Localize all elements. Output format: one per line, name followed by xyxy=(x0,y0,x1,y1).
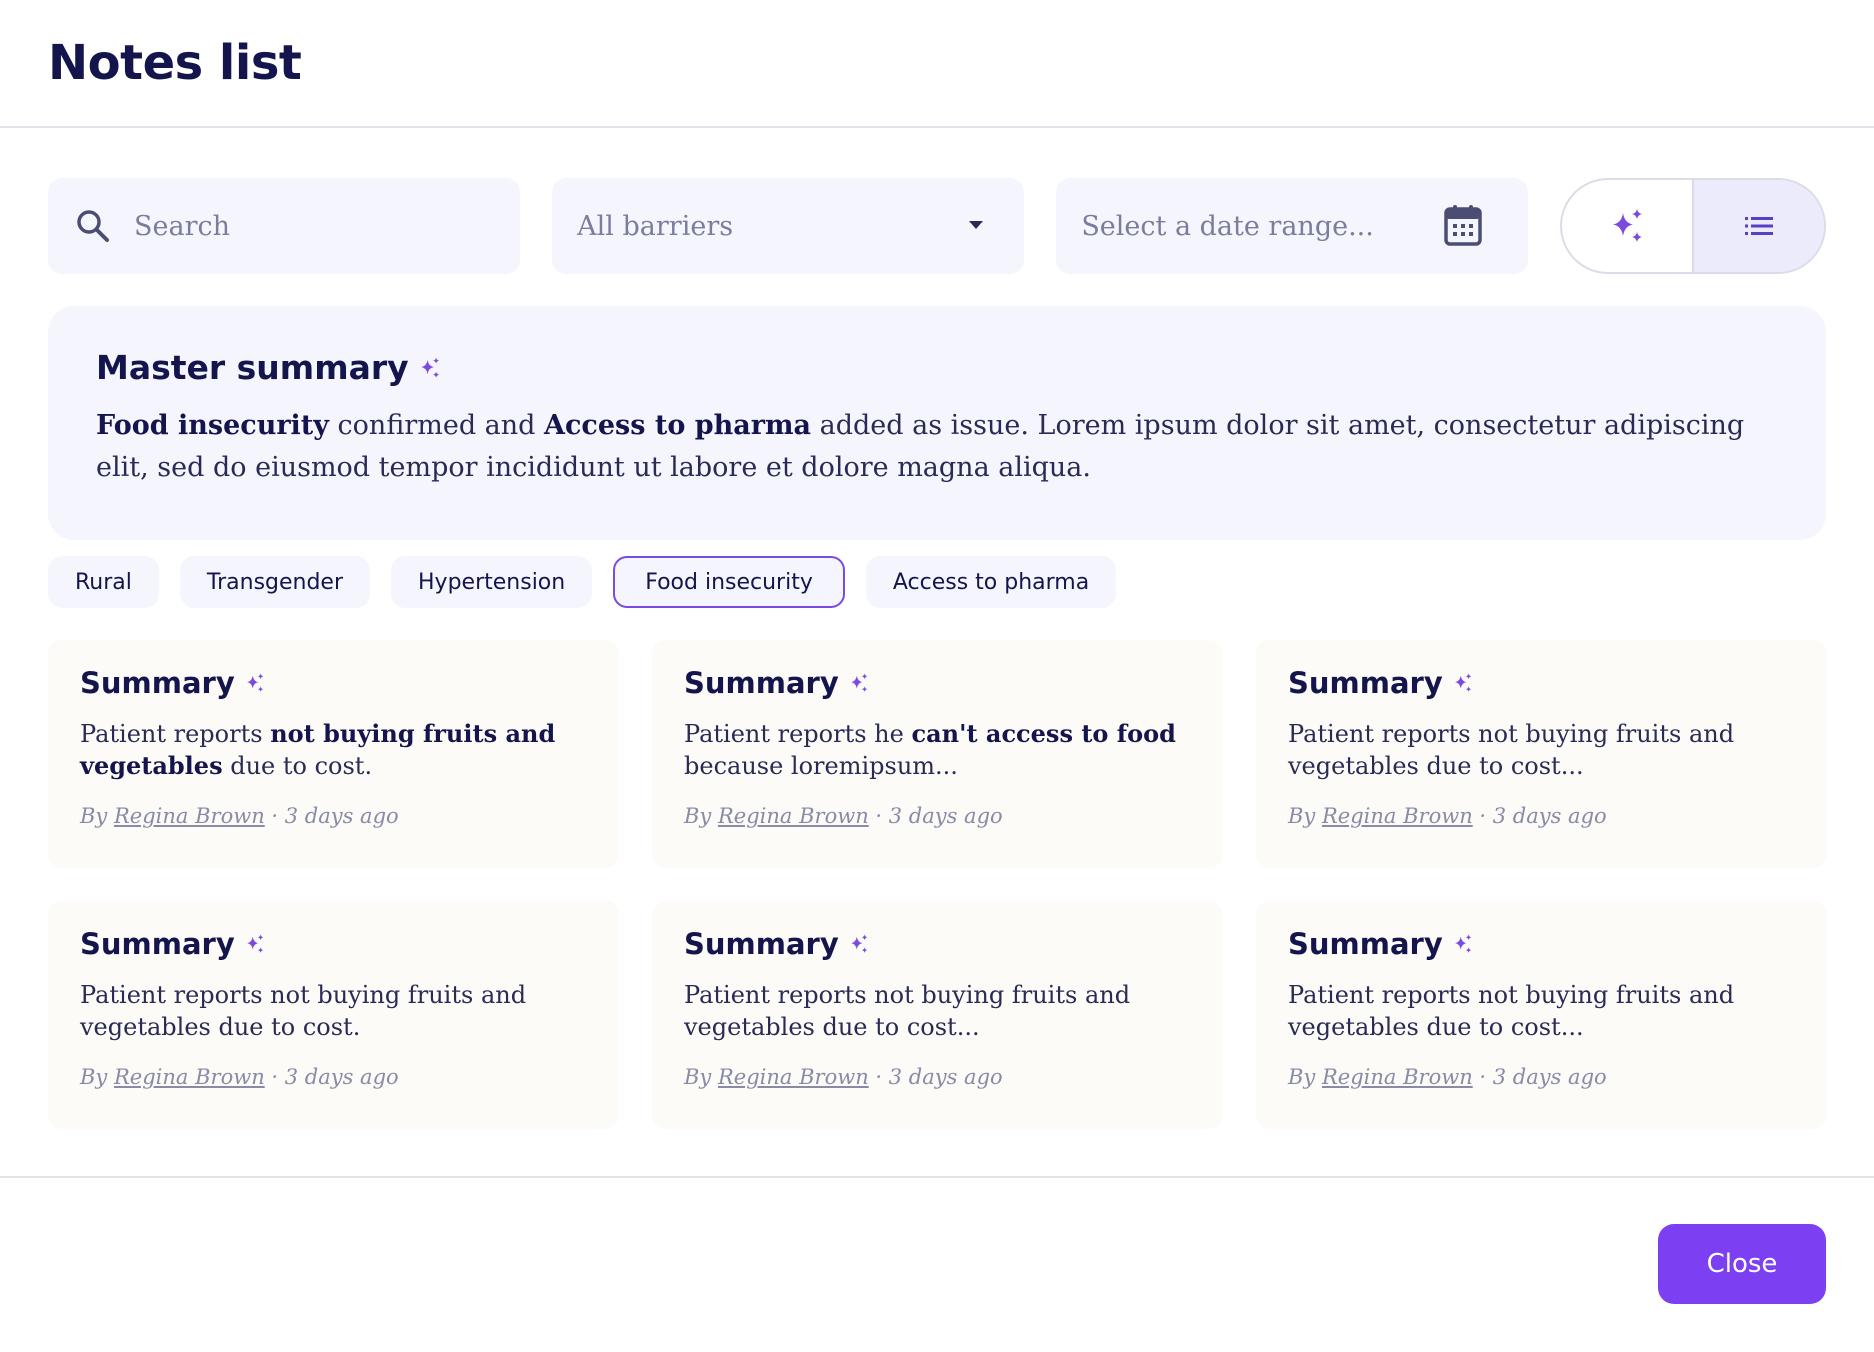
note-author-link[interactable]: Regina Brown xyxy=(718,804,869,828)
list-view-button[interactable] xyxy=(1692,180,1824,272)
note-by: By xyxy=(684,1065,718,1089)
note-heading: Summary xyxy=(80,927,587,961)
view-toggle xyxy=(1560,178,1826,274)
sparkle-icon xyxy=(1613,209,1643,242)
note-time: · 3 days ago xyxy=(868,1065,1003,1089)
master-summary-text: Food insecurity confirmed and Access to … xyxy=(96,405,1778,489)
page-title: Notes list xyxy=(48,35,302,91)
barriers-value: All barriers xyxy=(577,210,734,242)
note-title: Summary xyxy=(80,927,235,961)
footer-divider xyxy=(0,1176,1874,1178)
note-time: · 3 days ago xyxy=(1472,1065,1607,1089)
note-time: · 3 days ago xyxy=(264,804,399,828)
note-card[interactable]: Summary Patient reports he can't access … xyxy=(652,640,1223,868)
note-heading: Summary xyxy=(1288,927,1795,961)
note-text-part: Patient reports not buying fruits and ve… xyxy=(684,981,1131,1041)
note-card[interactable]: Summary Patient reports not buying fruit… xyxy=(48,640,619,868)
note-title: Summary xyxy=(1288,666,1443,700)
ai-view-button[interactable] xyxy=(1562,180,1692,272)
note-author-link[interactable]: Regina Brown xyxy=(114,804,265,828)
note-card[interactable]: Summary Patient reports not buying fruit… xyxy=(1256,640,1827,868)
search-placeholder: Search xyxy=(134,210,230,242)
notes-list-modal: Notes list Search All barriers Select a … xyxy=(0,0,1874,1352)
notes-grid: Summary Patient reports not buying fruit… xyxy=(48,640,1827,1129)
filter-toolbar: Search All barriers Select a date range.… xyxy=(48,178,1826,274)
sparkle-icon xyxy=(850,934,868,953)
summary-highlight: Food insecurity xyxy=(96,410,329,441)
calendar-icon[interactable] xyxy=(1444,204,1483,246)
sparkle-icon xyxy=(850,673,868,692)
note-title: Summary xyxy=(684,666,839,700)
note-title: Summary xyxy=(1288,927,1443,961)
note-text-part: Patient reports not buying fruits and ve… xyxy=(1288,720,1735,780)
note-meta: By Regina Brown · 3 days ago xyxy=(684,804,1191,828)
note-by: By xyxy=(1288,804,1322,828)
note-by: By xyxy=(684,804,718,828)
note-title: Summary xyxy=(684,927,839,961)
note-author-link[interactable]: Regina Brown xyxy=(114,1065,265,1089)
note-by: By xyxy=(80,804,114,828)
note-time: · 3 days ago xyxy=(868,804,1003,828)
note-meta: By Regina Brown · 3 days ago xyxy=(1288,804,1795,828)
note-by: By xyxy=(1288,1065,1322,1089)
master-summary-heading: Master summary xyxy=(96,348,1778,387)
chip-transgender[interactable]: Transgender xyxy=(179,556,371,608)
note-by: By xyxy=(80,1065,114,1089)
sparkle-icon xyxy=(1454,673,1472,692)
note-text-part: Patient reports he xyxy=(684,720,912,748)
note-text: Patient reports not buying fruits and ve… xyxy=(684,979,1191,1043)
barriers-select[interactable]: All barriers xyxy=(552,178,1025,274)
note-meta: By Regina Brown · 3 days ago xyxy=(1288,1065,1795,1089)
note-text-part: Patient reports not buying fruits and ve… xyxy=(1288,981,1735,1041)
sparkle-icon xyxy=(246,673,264,692)
caret-down-icon xyxy=(969,221,984,229)
note-text: Patient reports not buying fruits and ve… xyxy=(80,979,587,1043)
summary-highlight: Access to pharma xyxy=(544,410,812,441)
note-card[interactable]: Summary Patient reports not buying fruit… xyxy=(652,901,1223,1129)
close-button[interactable]: Close xyxy=(1658,1224,1826,1304)
note-text: Patient reports not buying fruits and ve… xyxy=(80,718,587,782)
chip-rural[interactable]: Rural xyxy=(48,556,159,608)
note-heading: Summary xyxy=(80,666,587,700)
note-meta: By Regina Brown · 3 days ago xyxy=(80,1065,587,1089)
note-time: · 3 days ago xyxy=(264,1065,399,1089)
note-text: Patient reports not buying fruits and ve… xyxy=(1288,979,1795,1043)
note-card[interactable]: Summary Patient reports not buying fruit… xyxy=(1256,901,1827,1129)
sparkle-icon xyxy=(246,934,264,953)
note-meta: By Regina Brown · 3 days ago xyxy=(80,804,587,828)
note-author-link[interactable]: Regina Brown xyxy=(1322,1065,1473,1089)
note-author-link[interactable]: Regina Brown xyxy=(1322,804,1473,828)
search-icon xyxy=(77,210,109,242)
master-summary-title: Master summary xyxy=(96,348,409,387)
barrier-chips: Rural Transgender Hypertension Food inse… xyxy=(48,556,1117,608)
search-input[interactable]: Search xyxy=(48,178,521,274)
summary-text: confirmed and xyxy=(328,410,545,441)
modal-header: Notes list xyxy=(0,0,1874,128)
date-range-placeholder: Select a date range... xyxy=(1081,210,1374,242)
note-heading: Summary xyxy=(1288,666,1795,700)
note-time: · 3 days ago xyxy=(1472,804,1607,828)
chip-access-to-pharma[interactable]: Access to pharma xyxy=(865,556,1117,608)
chip-food-insecurity[interactable]: Food insecurity xyxy=(613,556,845,608)
chip-hypertension[interactable]: Hypertension xyxy=(391,556,593,608)
master-summary-panel: Master summary Food insecurity confirmed… xyxy=(48,306,1826,540)
note-heading: Summary xyxy=(684,666,1191,700)
note-text-part: because loremipsum... xyxy=(684,752,958,780)
sparkle-icon xyxy=(1454,934,1472,953)
note-text: Patient reports not buying fruits and ve… xyxy=(1288,718,1795,782)
note-title: Summary xyxy=(80,666,235,700)
note-text: Patient reports he can't access to food … xyxy=(684,718,1191,782)
note-author-link[interactable]: Regina Brown xyxy=(718,1065,869,1089)
note-card[interactable]: Summary Patient reports not buying fruit… xyxy=(48,901,619,1129)
note-meta: By Regina Brown · 3 days ago xyxy=(684,1065,1191,1089)
note-heading: Summary xyxy=(684,927,1191,961)
note-text-part: due to cost. xyxy=(222,752,373,780)
note-highlight: can't access to food xyxy=(911,719,1176,748)
date-range-picker[interactable]: Select a date range... xyxy=(1056,178,1529,274)
sparkle-icon xyxy=(421,357,439,378)
note-text-part: Patient reports xyxy=(80,720,271,748)
list-icon xyxy=(1745,217,1774,235)
note-text-part: Patient reports not buying fruits and ve… xyxy=(80,981,527,1041)
